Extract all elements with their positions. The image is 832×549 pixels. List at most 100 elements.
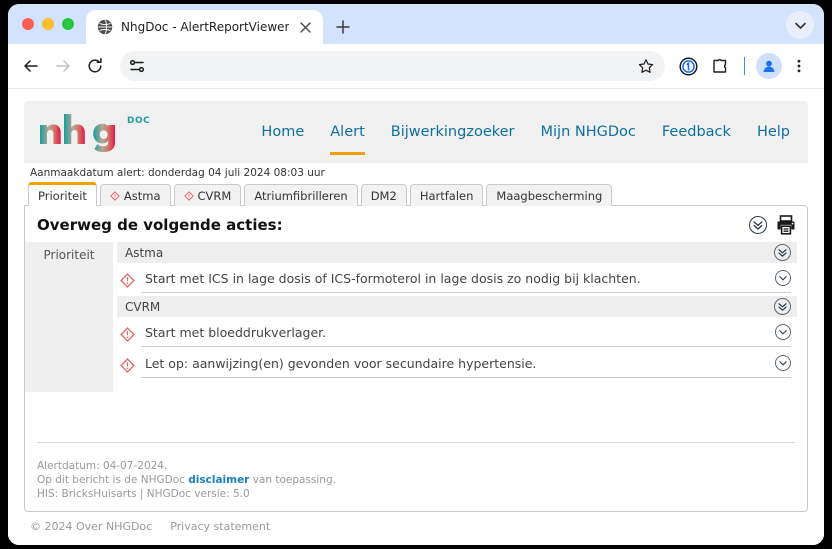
close-icon[interactable] [297, 19, 314, 36]
address-input[interactable] [154, 59, 625, 73]
star-icon[interactable] [633, 53, 659, 79]
disclaimer-link[interactable]: disclaimer [188, 474, 249, 486]
new-tab-button[interactable] [329, 13, 357, 41]
action-content: Start met ICS in lage dosis of ICS-formo… [141, 268, 791, 293]
site-nav: Home Alert Bijwerkingzoeker Mijn NHGDoc … [261, 101, 790, 163]
nav-link-bijwerkingzoeker[interactable]: Bijwerkingzoeker [391, 101, 515, 163]
tab-atriumfibrilleren[interactable]: Atriumfibrilleren [244, 184, 358, 206]
browser-tab-title: NhgDoc - AlertReportViewer [121, 20, 290, 34]
his-version-line: HIS: BricksHuisarts | NHGDoc versie: 5.0 [37, 488, 250, 500]
logo-doc-suffix: DOC [127, 116, 151, 126]
browser-tab-strip: NhgDoc - AlertReportViewer [8, 4, 824, 44]
tab-astma[interactable]: Astma [99, 184, 171, 206]
tab-label: Prioriteit [38, 188, 87, 203]
chevron-down-icon [779, 330, 787, 335]
tab-maagbescherming[interactable]: Maagbescherming [486, 184, 613, 206]
double-chevron-down-icon [778, 249, 787, 257]
plus-icon [336, 20, 351, 34]
profile-avatar-icon[interactable] [756, 53, 782, 79]
priority-column: Prioriteit [25, 242, 113, 392]
browser-tab[interactable]: NhgDoc - AlertReportViewer [86, 10, 324, 44]
page-viewport: DOC Home Alert Bijwerkingzoeker Mijn NHG… [8, 89, 824, 545]
print-button[interactable] [775, 214, 797, 236]
window-minimize-button[interactable] [42, 18, 54, 30]
reload-button[interactable] [80, 51, 110, 81]
group-expand-button[interactable] [774, 244, 791, 261]
group-expand-button[interactable] [774, 298, 791, 315]
nav-link-feedback[interactable]: Feedback [662, 101, 731, 163]
tab-label: Hartfalen [419, 188, 474, 203]
tune-icon[interactable] [128, 57, 146, 75]
action-expand-button[interactable] [775, 324, 791, 340]
page-footer: © 2024 Over NHGDoc Privacy statement [24, 512, 808, 533]
window-close-button[interactable] [22, 18, 34, 30]
group-name: CVRM [125, 299, 161, 314]
priority-column-label: Prioriteit [43, 248, 95, 262]
panel-body: Prioriteit Astma Start met ICS in lage d… [25, 242, 807, 392]
page-title: Overweg de volgende acties: [37, 216, 283, 234]
actions-column: Astma Start met ICS in lage dosis of ICS… [113, 242, 807, 392]
double-chevron-down-icon [753, 221, 763, 230]
printer-icon [777, 215, 795, 235]
double-chevron-down-icon [778, 303, 787, 311]
tab-prioriteit[interactable]: Prioriteit [28, 182, 97, 206]
back-button[interactable] [16, 51, 46, 81]
tab-label: Maagbescherming [496, 188, 603, 203]
window-maximize-button[interactable] [62, 18, 74, 30]
action-row[interactable]: Start met ICS in lage dosis of ICS-formo… [113, 265, 797, 296]
tab-cvrm[interactable]: CVRM [173, 184, 242, 206]
alert-diamond-icon [183, 190, 194, 201]
tab-search-button[interactable] [786, 11, 814, 39]
panel-footer: Alertdatum: 04-07-2024. Op dit bericht i… [37, 459, 795, 501]
chevron-down-icon [779, 276, 787, 281]
action-row[interactable]: Let op: aanwijzing(en) gevonden voor sec… [113, 350, 797, 381]
nav-link-help[interactable]: Help [757, 101, 790, 163]
window-traffic-lights [18, 4, 86, 44]
group-header-astma[interactable]: Astma [117, 242, 797, 263]
action-text: Let op: aanwijzing(en) gevonden voor sec… [145, 355, 537, 371]
tab-dm2[interactable]: DM2 [360, 184, 407, 206]
address-bar[interactable] [120, 51, 665, 81]
copyright-link[interactable]: © 2024 Over NHGDoc [30, 520, 152, 533]
nhgdoc-logo[interactable]: DOC [38, 112, 150, 152]
chevron-down-icon [794, 22, 806, 29]
action-content: Start met bloeddrukverlager. [141, 322, 791, 347]
privacy-statement-link[interactable]: Privacy statement [170, 520, 270, 533]
alert-diamond-icon [110, 190, 120, 201]
alert-creation-date: Aanmaakdatum alert: donderdag 04 juli 20… [30, 167, 325, 179]
panel-divider [37, 442, 795, 443]
alert-diamond-icon [113, 358, 141, 373]
action-expand-button[interactable] [775, 270, 791, 286]
tab-hartfalen[interactable]: Hartfalen [409, 184, 484, 206]
globe-icon [97, 19, 113, 35]
action-expand-button[interactable] [775, 355, 791, 371]
action-row[interactable]: Start met bloeddrukverlager. [113, 319, 797, 350]
category-tab-bar: Prioriteit Astma CVRM Atriumfibrilleren … [24, 182, 808, 206]
nav-link-alert[interactable]: Alert [330, 101, 365, 163]
site-header: DOC Home Alert Bijwerkingzoeker Mijn NHG… [24, 101, 808, 163]
three-dot-menu-icon[interactable] [784, 51, 814, 81]
browser-toolbar [8, 44, 824, 89]
reload-icon [88, 57, 102, 73]
disclaimer-line: Op dit bericht is de NHGDoc disclaimer v… [37, 473, 795, 487]
tab-label: DM2 [370, 188, 397, 203]
alert-diamond-icon [113, 273, 141, 288]
disclaimer-prefix: Op dit bericht is de NHGDoc [37, 474, 189, 486]
extensions-puzzle-icon[interactable] [705, 51, 735, 81]
arrow-right-icon [56, 60, 70, 72]
action-content: Let op: aanwijzing(en) gevonden voor sec… [141, 353, 791, 378]
expand-all-button[interactable] [749, 216, 767, 234]
alert-diamond-icon [113, 327, 141, 342]
nav-link-mijn-nhgdoc[interactable]: Mijn NHGDoc [541, 101, 636, 163]
nav-link-home[interactable]: Home [261, 101, 304, 163]
action-text: Start met bloeddrukverlager. [145, 324, 327, 340]
forward-button[interactable] [48, 51, 78, 81]
onepassword-icon[interactable] [673, 51, 703, 81]
arrow-left-icon [24, 60, 38, 72]
tab-label: Astma [123, 188, 161, 203]
tab-label: Atriumfibrilleren [254, 188, 348, 203]
group-name: Astma [125, 245, 164, 260]
nhg-wordmark-icon [40, 114, 115, 152]
chevron-down-icon [779, 361, 787, 366]
group-header-cvrm[interactable]: CVRM [117, 296, 797, 317]
